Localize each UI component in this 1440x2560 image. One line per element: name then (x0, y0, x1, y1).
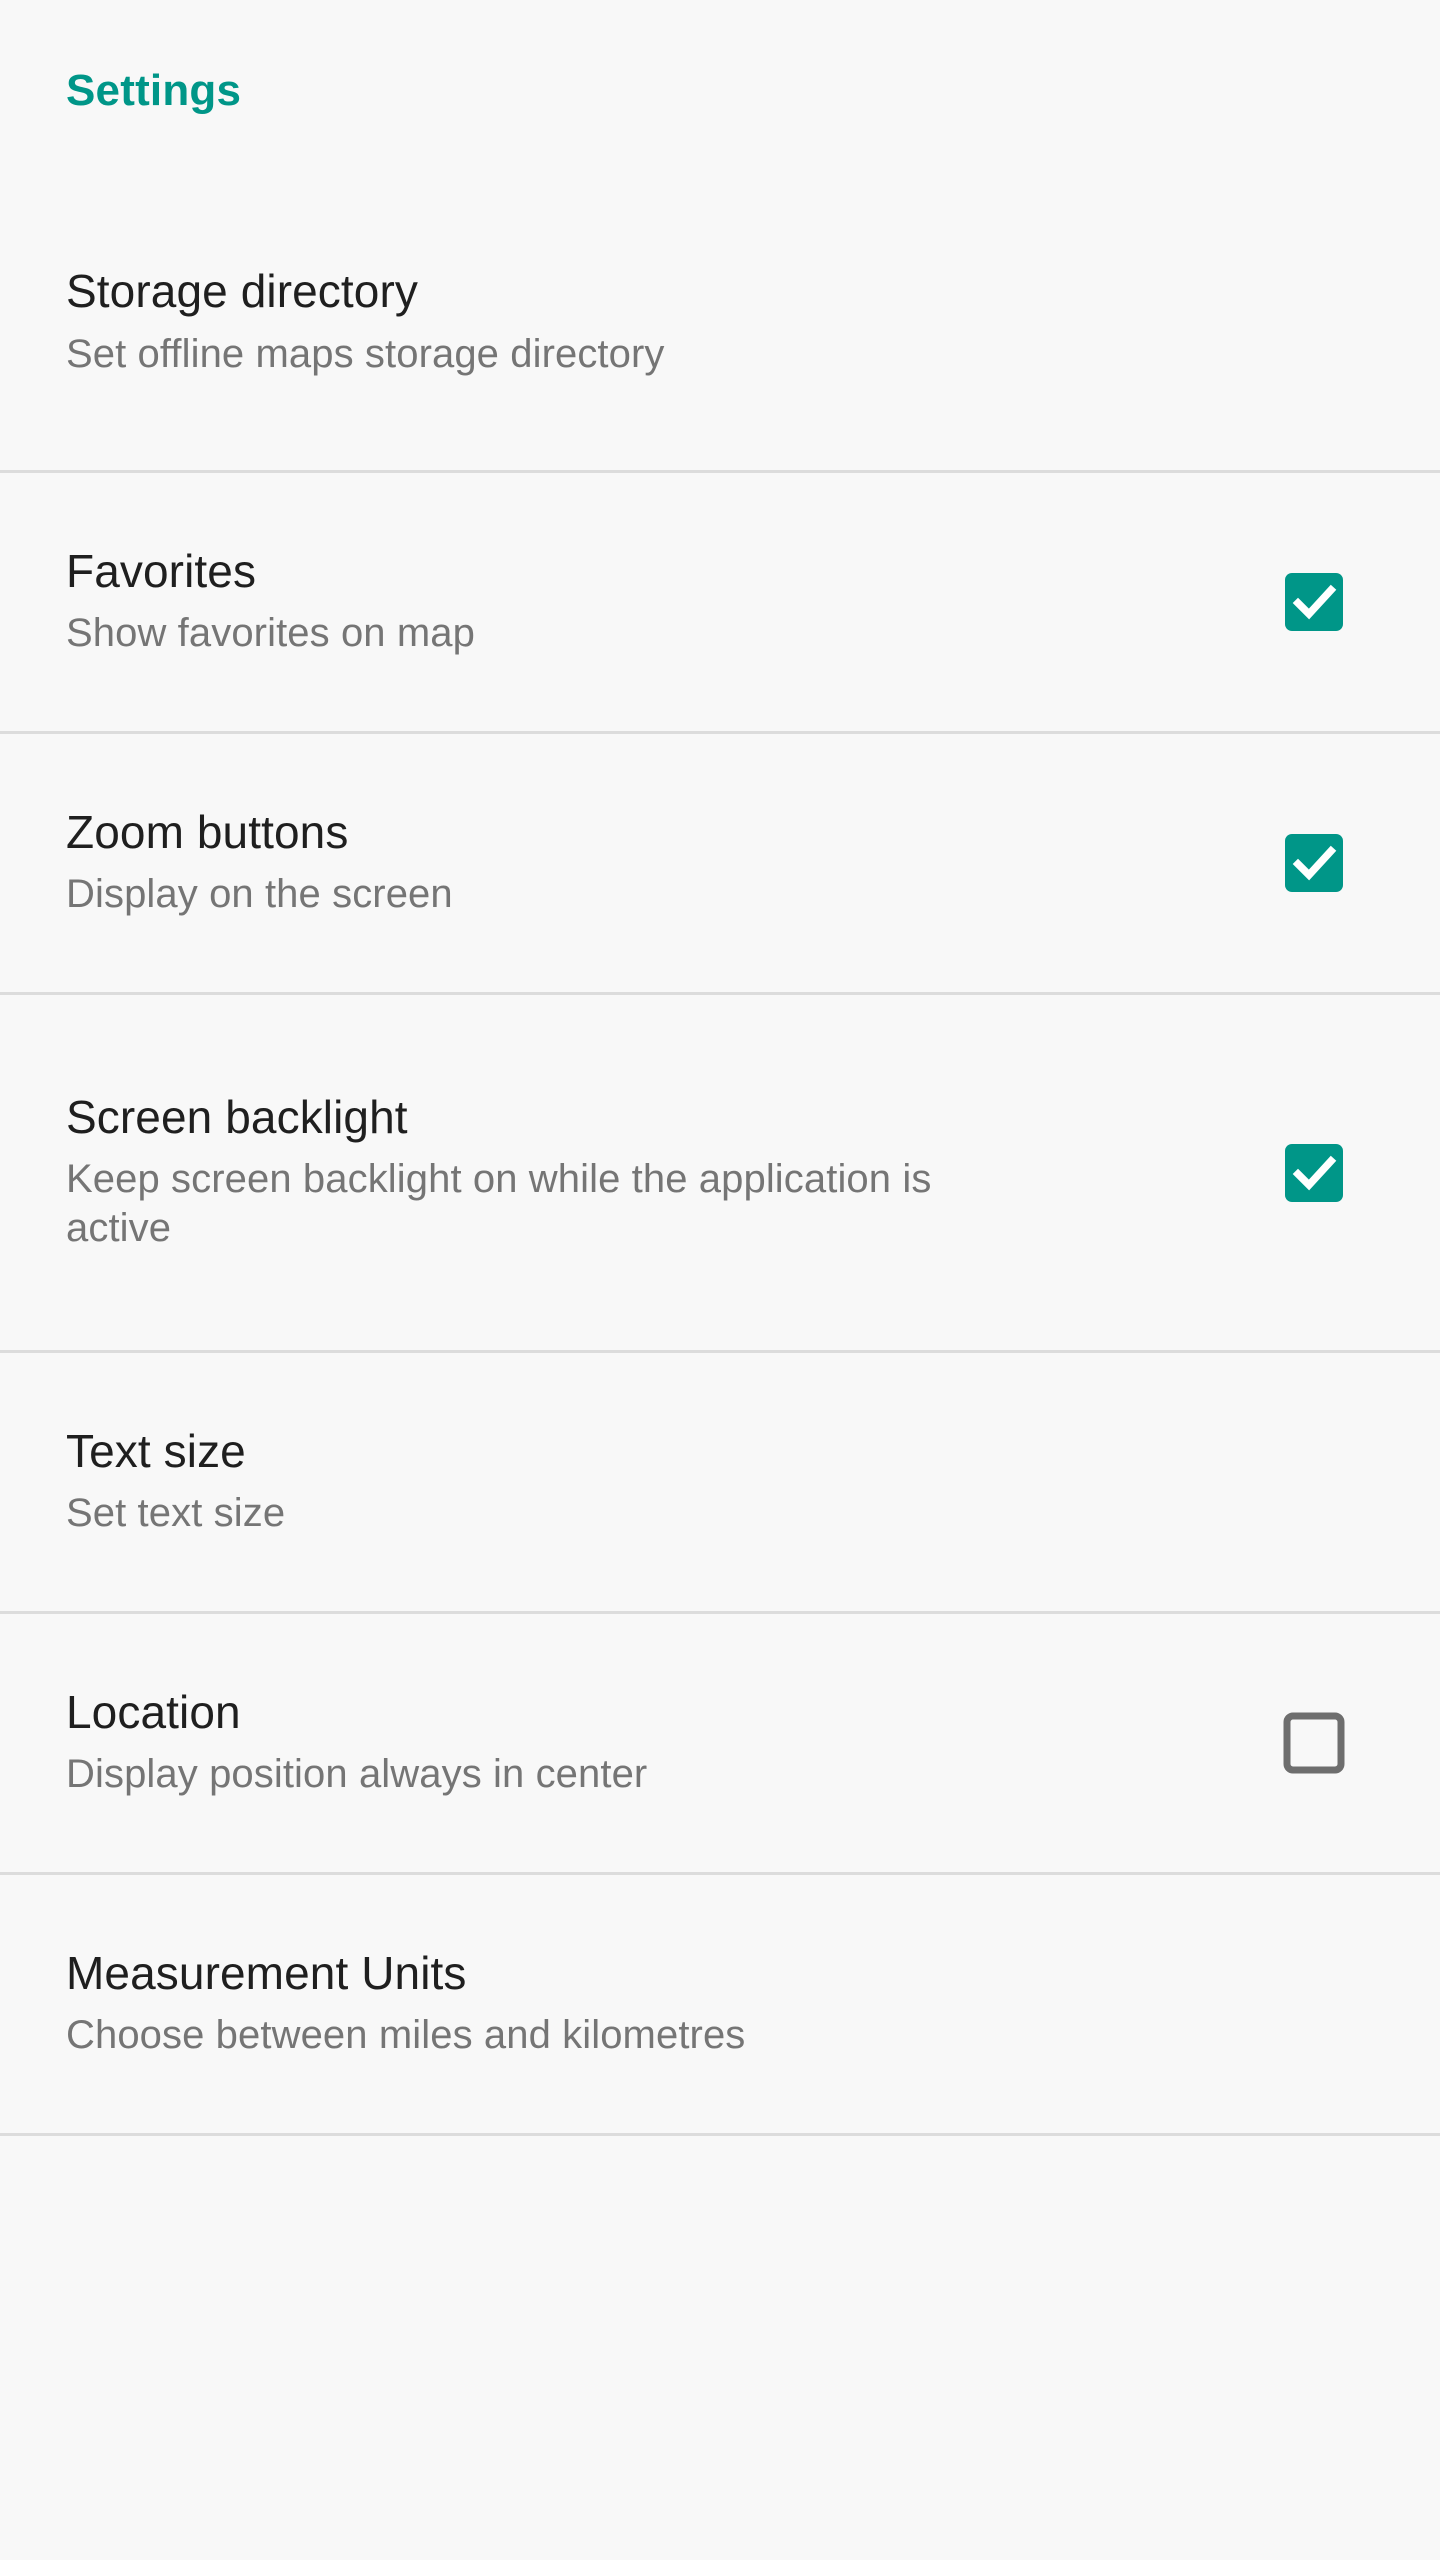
preference-text-favorites: Favorites Show favorites on map (66, 544, 1254, 658)
preference-summary-favorites: Show favorites on map (66, 611, 475, 656)
preference-title-storage-directory: Storage directory (66, 265, 418, 318)
preference-text-location: Location Display position always in cente… (66, 1685, 1254, 1799)
preference-row-location[interactable]: Location Display position always in cente… (0, 1614, 1440, 1872)
preference-title-screen-backlight: Screen backlight (66, 1090, 408, 1143)
divider (0, 2133, 1440, 2136)
page-title: Settings (66, 66, 242, 115)
preference-widget-favorites[interactable] (1254, 571, 1374, 633)
preference-list: Storage directory Set offline maps storag… (0, 175, 1440, 2136)
settings-screen: Settings Storage directory Set offline ma… (0, 0, 1440, 2560)
preference-title-measurement-units: Measurement Units (66, 1946, 467, 1999)
checkbox-checked-icon[interactable] (1283, 832, 1345, 894)
preference-row-favorites[interactable]: Favorites Show favorites on map (0, 473, 1440, 731)
preference-widget-zoom-buttons[interactable] (1254, 832, 1374, 894)
checkbox-unchecked-icon[interactable] (1283, 1712, 1345, 1774)
preference-title-text-size: Text size (66, 1424, 246, 1477)
preference-text-storage-directory: Storage directory Set offline maps storag… (66, 266, 1254, 378)
preference-row-screen-backlight[interactable]: Screen backlight Keep screen backlight on… (0, 995, 1440, 1350)
preference-row-measurement-units[interactable]: Measurement Units Choose between miles an… (0, 1875, 1440, 2133)
preference-summary-measurement-units: Choose between miles and kilometres (66, 2013, 746, 2058)
preference-summary-zoom-buttons: Display on the screen (66, 872, 453, 917)
preference-widget-screen-backlight[interactable] (1254, 1142, 1374, 1204)
preference-text-screen-backlight: Screen backlight Keep screen backlight on… (66, 1090, 1254, 1253)
preference-summary-storage-directory: Set offline maps storage directory (66, 331, 665, 376)
settings-section-header: Settings (0, 0, 1440, 175)
preference-title-favorites: Favorites (66, 544, 257, 597)
preference-summary-screen-backlight: Keep screen backlight on while the appli… (66, 1157, 932, 1251)
preference-widget-location[interactable] (1254, 1712, 1374, 1774)
preference-text-zoom-buttons: Zoom buttons Display on the screen (66, 805, 1254, 919)
preference-title-location: Location (66, 1685, 241, 1738)
preference-title-zoom-buttons: Zoom buttons (66, 805, 349, 858)
preference-summary-text-size: Set text size (66, 1491, 286, 1536)
checkbox-checked-icon[interactable] (1283, 571, 1345, 633)
preference-row-text-size[interactable]: Text size Set text size (0, 1353, 1440, 1611)
checkbox-checked-icon[interactable] (1283, 1142, 1345, 1204)
preference-row-zoom-buttons[interactable]: Zoom buttons Display on the screen (0, 734, 1440, 992)
preference-text-measurement-units: Measurement Units Choose between miles an… (66, 1946, 1254, 2060)
preference-text-text-size: Text size Set text size (66, 1424, 1254, 1538)
preference-row-storage-directory[interactable]: Storage directory Set offline maps storag… (0, 175, 1440, 470)
preference-summary-location: Display position always in center (66, 1752, 648, 1797)
